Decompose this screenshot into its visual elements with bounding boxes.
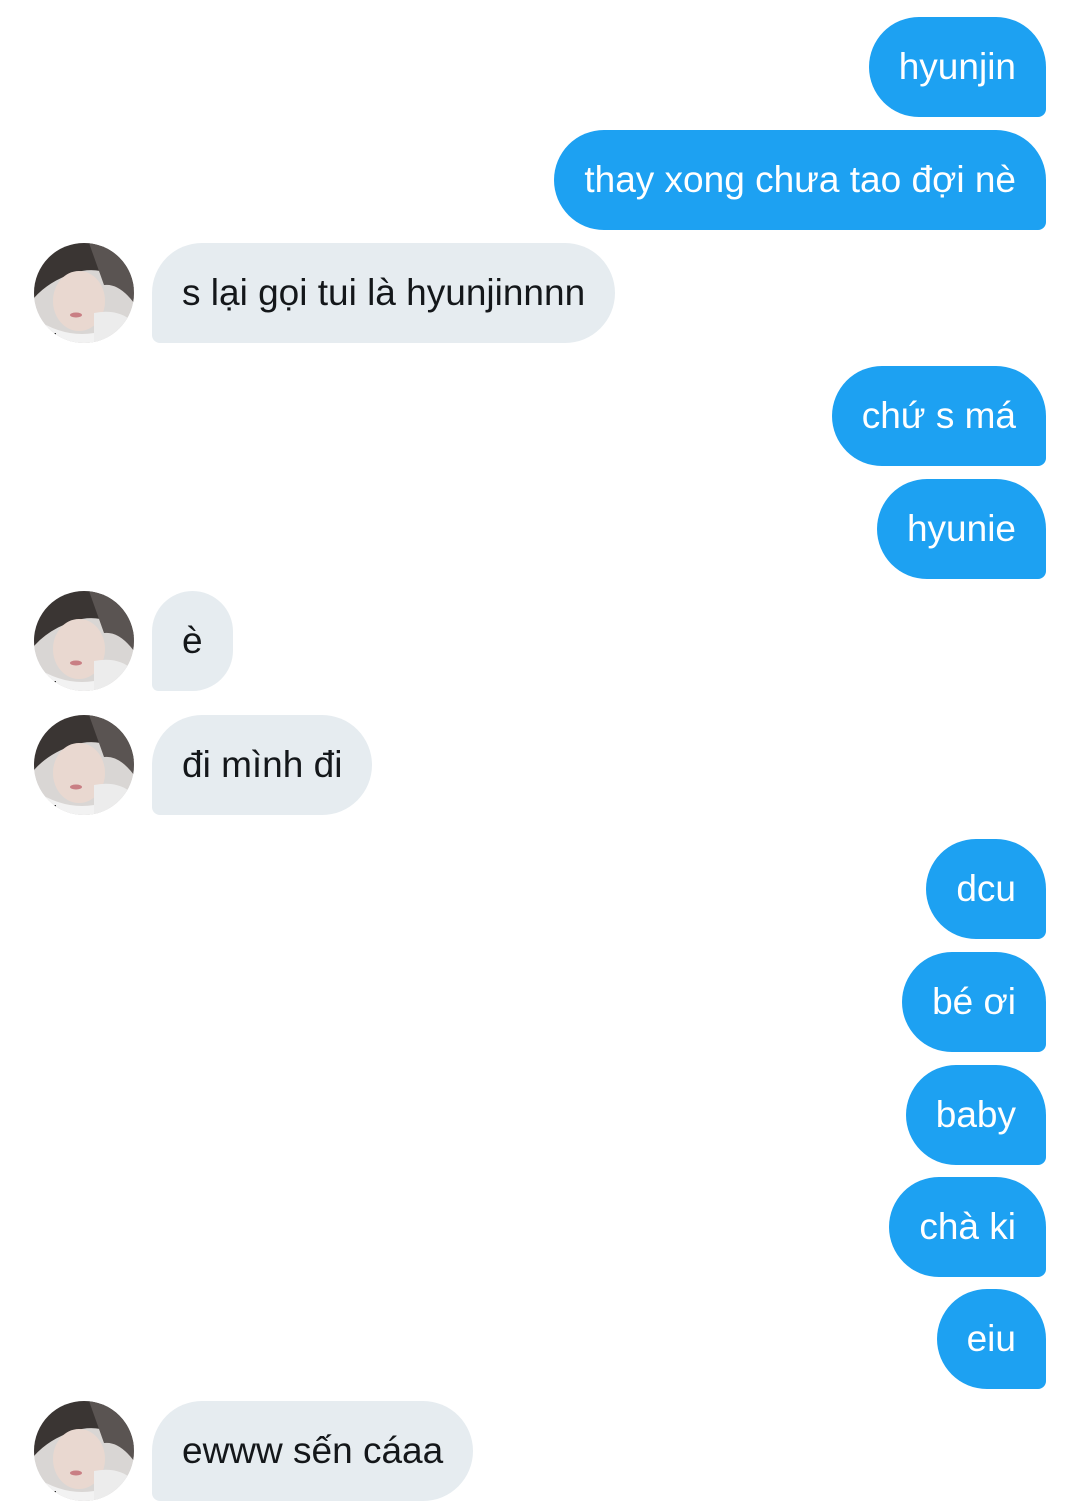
sent-message[interactable]: thay xong chưa tao đợi nè: [0, 130, 1080, 230]
contact-avatar[interactable]: [34, 243, 134, 343]
sent-message-bubble[interactable]: thay xong chưa tao đợi nè: [554, 130, 1046, 230]
sent-message-bubble[interactable]: hyunjin: [868, 17, 1046, 117]
sent-message[interactable]: chà ki: [0, 1177, 1080, 1277]
sent-message-bubble[interactable]: chứ s má: [831, 366, 1046, 466]
sent-message-bubble[interactable]: baby: [905, 1065, 1046, 1165]
sent-message[interactable]: bé ơi: [0, 952, 1080, 1052]
sent-message[interactable]: dcu: [0, 839, 1080, 939]
received-message-bubble[interactable]: s lại gọi tui là hyunjinnnn: [152, 243, 616, 343]
received-message[interactable]: è: [0, 591, 1080, 691]
sent-message-bubble[interactable]: eiu: [936, 1289, 1046, 1389]
contact-avatar[interactable]: [34, 1401, 134, 1501]
contact-avatar[interactable]: [34, 715, 134, 815]
sent-message[interactable]: eiu: [0, 1289, 1080, 1389]
received-message[interactable]: ewww sến cáaa: [0, 1401, 1080, 1501]
received-message[interactable]: s lại gọi tui là hyunjinnnn: [0, 243, 1080, 343]
sent-message-bubble[interactable]: bé ơi: [902, 952, 1046, 1052]
sent-message[interactable]: baby: [0, 1065, 1080, 1165]
received-message[interactable]: đi mình đi: [0, 715, 1080, 815]
sent-message[interactable]: hyunie: [0, 479, 1080, 579]
message-thread[interactable]: hyunjin thay xong chưa tao đợi nè s lại …: [0, 0, 1080, 1511]
received-message-bubble[interactable]: è: [152, 591, 233, 691]
sent-message-bubble[interactable]: hyunie: [876, 479, 1046, 579]
contact-avatar[interactable]: [34, 591, 134, 691]
sent-message-bubble[interactable]: chà ki: [889, 1177, 1046, 1277]
sent-message[interactable]: chứ s má: [0, 366, 1080, 466]
sent-message[interactable]: hyunjin: [0, 17, 1080, 117]
sent-message-bubble[interactable]: dcu: [926, 839, 1046, 939]
received-message-bubble[interactable]: ewww sến cáaa: [152, 1401, 474, 1501]
received-message-bubble[interactable]: đi mình đi: [152, 715, 373, 815]
